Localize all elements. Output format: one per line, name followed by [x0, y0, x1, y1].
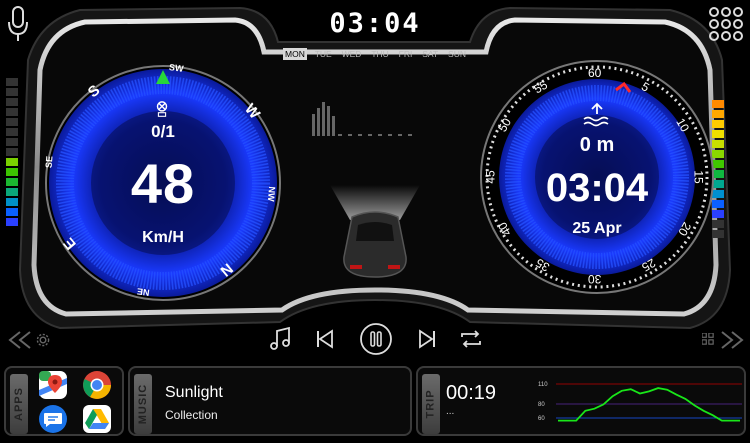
media-controls-bar	[0, 318, 750, 362]
compass-ne: NE	[136, 286, 151, 298]
settings-gear-icon[interactable]	[36, 333, 50, 347]
bottom-dock: APPS MUSIC Sunlight Collection TRIP 00:1…	[0, 362, 750, 443]
weekday-strip: MON TUE WED THU FRI SAT SUN	[283, 47, 468, 60]
next-icon[interactable]	[412, 324, 442, 354]
messages-icon[interactable]	[38, 404, 68, 434]
speed-value: 48	[130, 152, 196, 215]
gear-ratio: 0/1	[151, 122, 175, 141]
day-sun: SUN	[448, 48, 466, 59]
google-maps-icon[interactable]	[38, 370, 68, 400]
tick-label-60: 60	[538, 416, 545, 422]
gauge-time: 03:04	[545, 166, 649, 210]
day-mon: MON	[283, 47, 307, 60]
song-album: Collection	[165, 408, 218, 422]
google-drive-icon[interactable]	[82, 404, 112, 434]
tick-label-110: 110	[538, 382, 548, 388]
previous-icon[interactable]	[310, 324, 340, 354]
compass-sw: SW	[168, 62, 185, 74]
gps-off-icon	[156, 101, 168, 117]
day-sat: SAT	[422, 48, 439, 59]
song-title: Sunlight	[165, 384, 223, 401]
music-label[interactable]: MUSIC	[134, 374, 152, 434]
trip-time: 00:19	[446, 382, 497, 404]
double-chevron-left-icon[interactable]	[6, 330, 36, 350]
speedometer[interactable]: SW W NW N NE E SE S 0/1 48 Km/H	[44, 62, 281, 301]
repeat-icon[interactable]	[456, 324, 486, 354]
speed-unit: Km/H	[142, 229, 184, 246]
chrome-icon[interactable]	[82, 370, 112, 400]
music-note-icon[interactable]	[266, 324, 296, 354]
clock-altitude-gauge[interactable]: 60 5 10 15 20 25 30 35 40 45 50 55 0 m 0…	[480, 60, 714, 294]
altitude-value: 0 m	[579, 134, 615, 156]
day-wed: WED	[341, 48, 362, 59]
day-fri: FRI	[398, 48, 413, 59]
small-grid-icon[interactable]	[702, 333, 714, 345]
tick-30: 30	[588, 272, 602, 286]
gauge-date: 25 Apr	[572, 220, 622, 237]
apps-label[interactable]: APPS	[10, 374, 28, 434]
trip-label[interactable]: TRIP	[422, 374, 440, 434]
equalizer-bars	[312, 102, 412, 136]
pause-icon[interactable]	[359, 322, 393, 356]
double-chevron-right-icon[interactable]	[716, 330, 746, 350]
apps-panel: APPS	[4, 366, 124, 436]
altitude-water-icon	[583, 102, 609, 127]
header-clock: 03:04	[329, 8, 421, 39]
day-tue: TUE	[314, 48, 332, 59]
car-icon	[330, 185, 420, 278]
day-thu: THU	[371, 48, 389, 59]
altitude-chart: 110 80 60	[538, 382, 742, 422]
left-level-meter	[6, 78, 18, 226]
tick-60: 60	[588, 66, 602, 80]
tick-label-80: 80	[538, 402, 545, 408]
trip-subtitle: ...	[446, 406, 455, 417]
